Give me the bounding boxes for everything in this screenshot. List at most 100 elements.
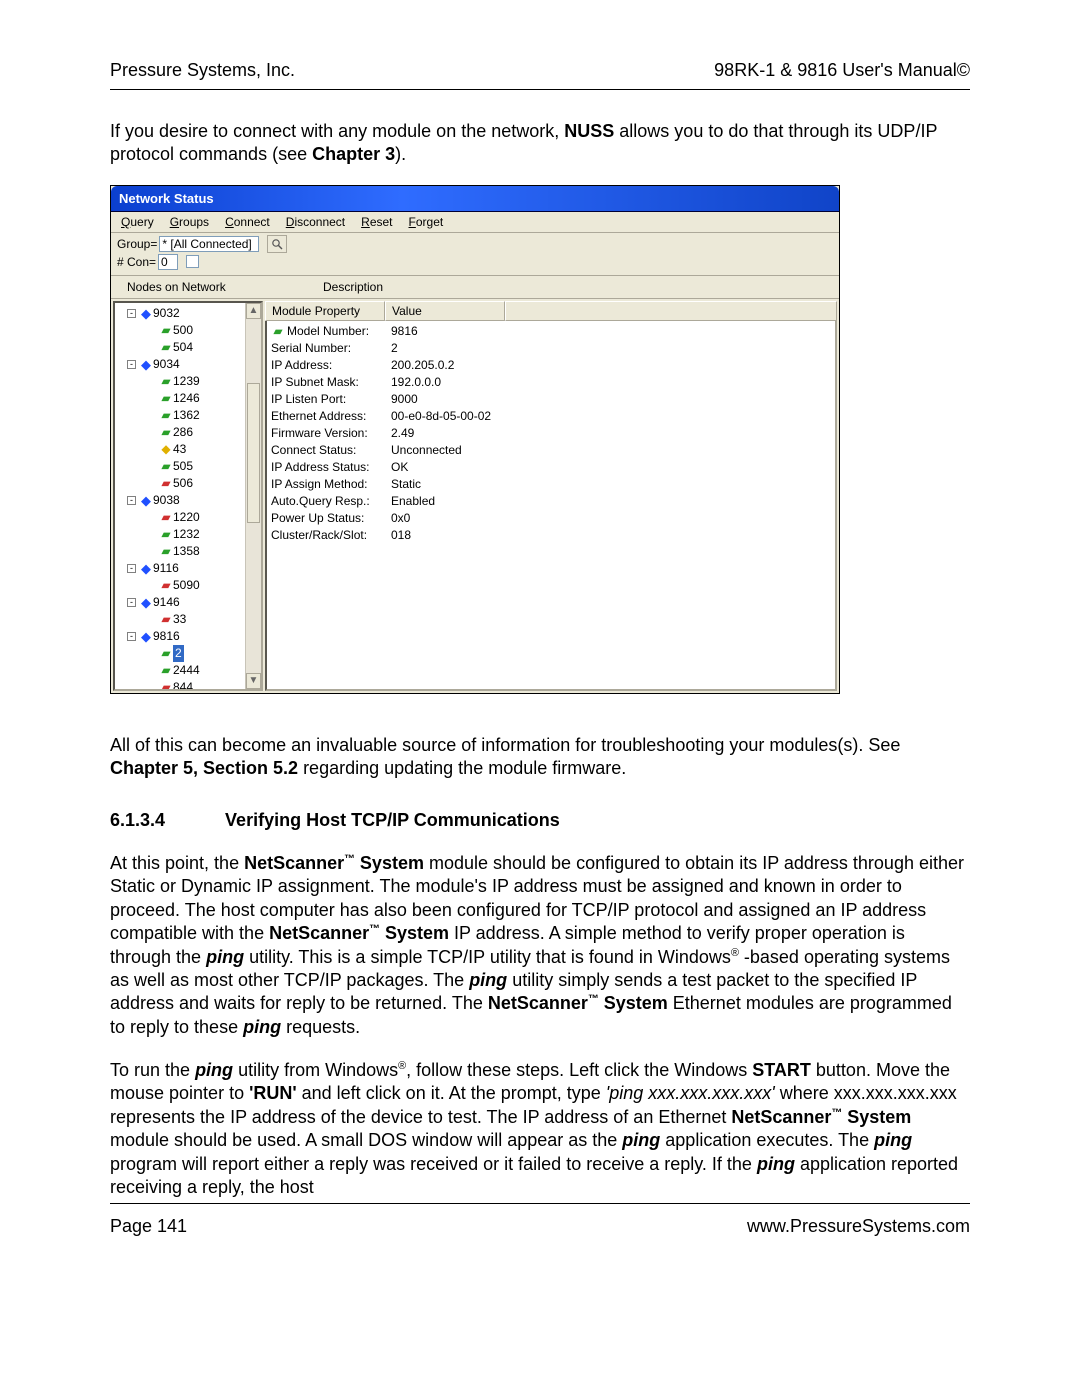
- tree-scrollbar[interactable]: ▲ ▼: [245, 303, 261, 689]
- property-row: Firmware Version:2.49: [267, 425, 835, 442]
- property-key: IP Listen Port:: [271, 391, 391, 408]
- property-key: Power Up Status:: [271, 510, 391, 527]
- tree-node[interactable]: -◆ 9038: [119, 492, 261, 509]
- tree-node-label: 504: [173, 339, 193, 356]
- paragraph-1: At this point, the NetScanner™ System mo…: [110, 852, 970, 1039]
- group-input[interactable]: [159, 236, 259, 252]
- tree-node[interactable]: -◆ 9816: [119, 628, 261, 645]
- red-icon: ▰: [159, 577, 173, 594]
- tree-node[interactable]: -◆ 9116: [119, 560, 261, 577]
- tree-node-label: 9146: [153, 594, 180, 611]
- tree-node[interactable]: ▰ 1362: [119, 407, 261, 424]
- toolbar-checkbox[interactable]: [186, 255, 199, 268]
- expand-icon[interactable]: -: [127, 598, 136, 607]
- tree-node[interactable]: ▰ 5090: [119, 577, 261, 594]
- tree-node-label: 506: [173, 475, 193, 492]
- prop-header-key[interactable]: Module Property: [265, 301, 385, 321]
- yellow-icon: ◆: [159, 441, 173, 458]
- property-value: 200.205.0.2: [391, 357, 454, 374]
- group-label: Group=: [117, 237, 157, 251]
- property-value: Enabled: [391, 493, 435, 510]
- tree-node[interactable]: ▰ 1239: [119, 373, 261, 390]
- red-icon: ▰: [159, 679, 173, 691]
- tree-node[interactable]: ◆ 43: [119, 441, 261, 458]
- tree-node[interactable]: ▰ 1246: [119, 390, 261, 407]
- tree-node-label: 9816: [153, 628, 180, 645]
- tree-node[interactable]: ▰ 1358: [119, 543, 261, 560]
- page-header: Pressure Systems, Inc. 98RK-1 & 9816 Use…: [110, 60, 970, 90]
- nodes-tree[interactable]: -◆ 9032▰ 500▰ 504-◆ 9034▰ 1239▰ 1246▰ 13…: [115, 303, 261, 691]
- module-icon: ▰: [159, 543, 173, 560]
- tree-node[interactable]: ▰ 505: [119, 458, 261, 475]
- module-icon: ▰: [159, 645, 173, 662]
- tree-node-label: 1362: [173, 407, 200, 424]
- diamond-icon: ◆: [139, 628, 153, 645]
- properties-list: ▰Model Number:9816Serial Number:2IP Addr…: [265, 321, 837, 691]
- property-row: Auto.Query Resp.:Enabled: [267, 493, 835, 510]
- window-titlebar[interactable]: Network Status: [111, 186, 839, 212]
- tree-node[interactable]: ▰ 500: [119, 322, 261, 339]
- scroll-thumb[interactable]: [247, 383, 260, 523]
- tree-node[interactable]: ▰ 286: [119, 424, 261, 441]
- property-value: 2: [391, 340, 398, 357]
- paragraph-2: To run the ping utility from Windows®, f…: [110, 1059, 970, 1199]
- diamond-icon: ◆: [139, 560, 153, 577]
- tree-node-label: 500: [173, 322, 193, 339]
- header-nodes: Nodes on Network: [127, 280, 323, 294]
- tree-node[interactable]: ▰ 33: [119, 611, 261, 628]
- property-value: 018: [391, 527, 411, 544]
- property-key: Cluster/Rack/Slot:: [271, 527, 391, 544]
- tree-node[interactable]: ▰ 2444: [119, 662, 261, 679]
- con-label: # Con=: [117, 255, 156, 269]
- menu-disconnect[interactable]: Disconnect: [280, 214, 351, 230]
- tree-node-label: 1232: [173, 526, 200, 543]
- tree-node[interactable]: -◆ 9032: [119, 305, 261, 322]
- property-value: 9000: [391, 391, 418, 408]
- module-icon: ▰: [159, 390, 173, 407]
- tree-node[interactable]: ▰ 1220: [119, 509, 261, 526]
- prop-header-value[interactable]: Value: [385, 301, 505, 321]
- tree-node-label: 286: [173, 424, 193, 441]
- property-value: Static: [391, 476, 421, 493]
- diamond-icon: ◆: [139, 305, 153, 322]
- property-key: IP Address:: [271, 357, 391, 374]
- red-icon: ▰: [159, 611, 173, 628]
- menu-reset[interactable]: Reset: [355, 214, 398, 230]
- expand-icon[interactable]: -: [127, 564, 136, 573]
- con-input[interactable]: [158, 254, 178, 270]
- tree-node[interactable]: ▰ 2: [119, 645, 261, 662]
- tree-node-label: 33: [173, 611, 186, 628]
- scroll-down-icon[interactable]: ▼: [246, 673, 261, 689]
- menu-query[interactable]: Query: [115, 214, 160, 230]
- expand-icon[interactable]: -: [127, 632, 136, 641]
- expand-icon[interactable]: -: [127, 360, 136, 369]
- page-footer: Page 141 www.PressureSystems.com: [110, 1216, 970, 1237]
- menu-groups[interactable]: Groups: [164, 214, 215, 230]
- tree-node[interactable]: -◆ 9034: [119, 356, 261, 373]
- intro-paragraph: If you desire to connect with any module…: [110, 120, 970, 167]
- tree-node-label: 1220: [173, 509, 200, 526]
- property-value: Unconnected: [391, 442, 462, 459]
- module-icon: ▰: [159, 407, 173, 424]
- footer-rule: [110, 1203, 970, 1204]
- tree-node-label: 1246: [173, 390, 200, 407]
- properties-panel: Module Property Value ▰Model Number:9816…: [265, 301, 837, 691]
- property-value: 9816: [391, 323, 418, 340]
- footer-page: Page 141: [110, 1216, 187, 1237]
- expand-icon[interactable]: -: [127, 309, 136, 318]
- after-screenshot-paragraph: All of this can become an invaluable sou…: [110, 734, 970, 781]
- menu-connect[interactable]: Connect: [219, 214, 276, 230]
- property-key: Auto.Query Resp.:: [271, 493, 391, 510]
- tree-node[interactable]: ▰ 504: [119, 339, 261, 356]
- property-value: 192.0.0.0: [391, 374, 441, 391]
- tree-node[interactable]: ▰ 506: [119, 475, 261, 492]
- tree-node-label: 1358: [173, 543, 200, 560]
- module-icon: ▰: [159, 339, 173, 356]
- scroll-up-icon[interactable]: ▲: [246, 303, 261, 319]
- tree-node[interactable]: ▰ 1232: [119, 526, 261, 543]
- tree-node[interactable]: ▰ 844: [119, 679, 261, 691]
- expand-icon[interactable]: -: [127, 496, 136, 505]
- tree-node[interactable]: -◆ 9146: [119, 594, 261, 611]
- search-icon[interactable]: [267, 235, 287, 253]
- menu-forget[interactable]: Forget: [403, 214, 450, 230]
